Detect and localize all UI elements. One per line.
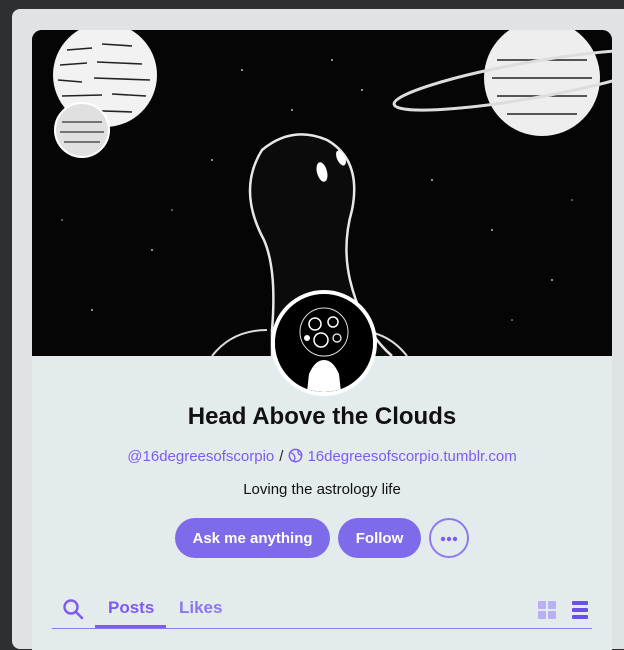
follow-button[interactable]: Follow — [338, 518, 421, 558]
blog-username-link[interactable]: @16degreesofscorpio — [127, 448, 274, 465]
blog-url-link[interactable]: 16degreesofscorpio.tumblr.com — [307, 448, 516, 465]
ask-me-anything-button[interactable]: Ask me anything — [175, 518, 330, 558]
blog-links: @16degreesofscorpio / 16degreesofscorpio.t… — [32, 448, 612, 467]
blog-tabs: Posts Likes — [52, 590, 592, 629]
blog-card: Head Above the Clouds @16degreesofscorpi… — [32, 30, 612, 650]
active-tab-indicator — [95, 625, 166, 628]
search-icon[interactable] — [62, 598, 84, 625]
link-separator: / — [279, 448, 284, 465]
blog-description: Loving the astrology life — [243, 481, 401, 498]
blog-title: Head Above the Clouds — [187, 403, 457, 430]
grid-view-icon[interactable] — [537, 600, 557, 625]
tab-posts[interactable]: Posts — [108, 598, 154, 618]
avatar[interactable] — [271, 290, 377, 396]
ellipsis-icon — [440, 529, 458, 547]
globe-icon — [288, 448, 303, 467]
more-options-button[interactable] — [429, 518, 469, 558]
list-view-icon[interactable] — [571, 600, 589, 625]
tab-likes[interactable]: Likes — [179, 598, 222, 618]
